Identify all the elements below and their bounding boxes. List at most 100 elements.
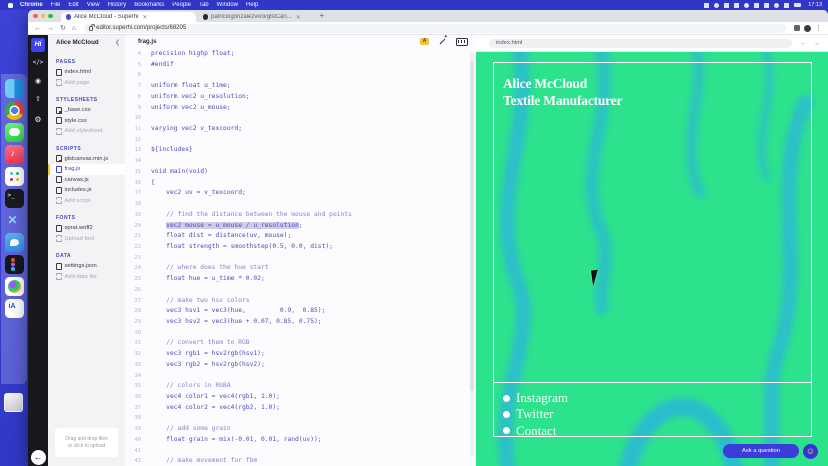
dock-terminal-icon[interactable] [5, 189, 24, 208]
wifi-icon[interactable] [774, 3, 779, 8]
scrollbar-thumb[interactable] [470, 61, 474, 391]
upload-font-button[interactable]: Upload font [48, 234, 125, 245]
tab-close-icon[interactable]: ✕ [296, 14, 301, 21]
dock-trash-icon[interactable] [4, 393, 23, 412]
menu-item-chrome[interactable]: Chrome [20, 2, 43, 8]
dock-tweetbot-icon[interactable] [5, 233, 24, 252]
back-to-dashboard-button[interactable]: ← [31, 450, 46, 465]
tab-github-glslcanvas[interactable]: patriciogonzalezvivo/glslCan... ✕ [198, 12, 316, 22]
magic-wand-icon[interactable] [438, 37, 447, 46]
code-line[interactable]: 23 [125, 253, 476, 264]
forward-icon[interactable]: → [47, 25, 54, 32]
dock-ia-writer-icon[interactable] [5, 299, 24, 318]
superhi-logo[interactable]: Hi [31, 38, 45, 52]
hint-badge-icon[interactable]: A [420, 38, 429, 45]
file-canvas.js[interactable]: canvas.js [48, 175, 125, 186]
code-line[interactable]: 21 float dist = distance(uv, mouse); [125, 231, 476, 242]
preview-forward-icon[interactable]: → [813, 40, 820, 47]
add-script-button[interactable]: Add script [48, 196, 125, 207]
battery-icon[interactable] [714, 3, 719, 8]
menu-item-window[interactable]: Window [217, 2, 238, 8]
add-stylesheet-button[interactable]: Add stylesheet [48, 126, 125, 137]
bluetooth-icon[interactable] [724, 3, 729, 8]
code-line[interactable]: 14 [125, 156, 476, 167]
dock-messages-icon[interactable] [5, 123, 24, 142]
camera-icon[interactable] [744, 3, 749, 8]
spotlight-icon[interactable] [794, 3, 801, 7]
back-icon[interactable]: ← [34, 25, 41, 32]
gear-icon[interactable]: ⚙ [28, 115, 48, 124]
extensions-icon[interactable] [794, 25, 800, 31]
moon-icon[interactable] [764, 3, 769, 8]
code-line[interactable]: 18 [125, 199, 476, 210]
browser-menu-icon[interactable]: ⋮ [815, 24, 822, 32]
code-line[interactable]: 8uniform vec2 u_resolution; [125, 92, 476, 103]
display-icon[interactable] [704, 3, 709, 8]
apple-icon[interactable] [8, 3, 13, 8]
code-line[interactable]: 13${includes} [125, 145, 476, 156]
link-twitter[interactable]: Twitter [503, 406, 568, 422]
code-line[interactable]: 20 vec2 mouse = u_mouse / u_resolution; [125, 221, 476, 232]
menu-item-view[interactable]: View [87, 2, 100, 8]
code-line[interactable]: 4precision highp float; [125, 49, 476, 60]
code-line[interactable]: 15void main(void) [125, 167, 476, 178]
code-line[interactable]: 10 [125, 113, 476, 124]
code-line[interactable]: 16{ [125, 178, 476, 189]
dock-stickers-icon[interactable] [5, 277, 24, 296]
close-window-button[interactable] [33, 14, 38, 19]
code-line[interactable]: 9uniform vec2 u_mouse; [125, 103, 476, 114]
tab-superhi-editor[interactable]: Alice McCloud - Superhi ✕ [61, 12, 196, 22]
file-frag.js[interactable]: frag.js [48, 164, 125, 175]
menu-item-help[interactable]: Help [246, 2, 258, 8]
file-glslcanvas.min.js[interactable]: glslcanvas.min.js [48, 154, 125, 165]
code-line[interactable]: 7uniform float u_time; [125, 81, 476, 92]
smiley-icon[interactable]: ☺ [803, 444, 818, 459]
dock-music-icon[interactable] [5, 145, 24, 164]
profile-avatar[interactable] [804, 25, 811, 32]
home-icon[interactable]: ⌂ [72, 25, 76, 32]
code-line[interactable]: 29 vec3 hsv2 = vec3(hue + 0.07, 0.85, 0.… [125, 317, 476, 328]
code-icon[interactable]: </> [28, 59, 48, 66]
code-area[interactable]: 4precision highp float;5#endif67uniform … [125, 49, 476, 466]
preview-url-input[interactable]: index.html [489, 39, 792, 48]
file-includes.js[interactable]: includes.js [48, 185, 125, 196]
code-line[interactable]: 25 float hue = u_time * 0.02; [125, 274, 476, 285]
minimize-window-button[interactable] [41, 14, 46, 19]
menu-bar-clock[interactable]: 17:13 [808, 2, 822, 8]
dock-chrome-icon[interactable] [5, 101, 24, 120]
dock-x-app-icon[interactable] [5, 211, 24, 230]
code-line[interactable]: 37 vec4 color2 = vec4(rgb2, 1.0); [125, 403, 476, 414]
control-center-icon[interactable] [784, 3, 789, 8]
code-line[interactable]: 41 [125, 446, 476, 457]
code-line[interactable]: 6 [125, 70, 476, 81]
ask-question-button[interactable]: Ask a question [723, 444, 799, 458]
link-instagram[interactable]: Instagram [503, 390, 568, 406]
menu-item-file[interactable]: File [51, 2, 61, 8]
code-line[interactable]: 5#endif [125, 60, 476, 71]
code-line[interactable]: 33 vec3 rgb2 = hsv2rgb(hsv2); [125, 360, 476, 371]
code-line[interactable]: 11varying vec2 v_texcoord; [125, 124, 476, 135]
code-line[interactable]: 36 vec4 color1 = vec4(rgb1, 1.0); [125, 392, 476, 403]
menu-item-tab[interactable]: Tab [199, 2, 209, 8]
link-contact[interactable]: Contact [503, 423, 568, 439]
tab-close-icon[interactable]: ✕ [142, 14, 147, 21]
file-_base.css[interactable]: _base.css [48, 105, 125, 116]
dock-slack-icon[interactable] [5, 167, 24, 186]
add-page-button[interactable]: Add page [48, 78, 125, 89]
menu-item-people[interactable]: People [172, 2, 191, 8]
code-line[interactable]: 28 vec3 hsv1 = vec3(hue, 0.9, 0.85); [125, 306, 476, 317]
phone-icon[interactable] [754, 3, 759, 8]
code-line[interactable]: 42 // make movement for fbm [125, 456, 476, 466]
code-line[interactable]: 31 // convert them to RGB [125, 338, 476, 349]
share-upload-icon[interactable]: ⇧ [28, 95, 48, 103]
zoom-window-button[interactable] [48, 14, 53, 19]
code-scrollbar[interactable] [470, 51, 474, 456]
code-line[interactable]: 38 [125, 413, 476, 424]
code-line[interactable]: 17 vec2 uv = v_texcoord; [125, 188, 476, 199]
keyboard-icon[interactable] [456, 38, 468, 46]
preview-eye-icon[interactable]: ◉ [28, 77, 48, 85]
menu-item-bookmarks[interactable]: Bookmarks [134, 2, 164, 8]
code-line[interactable]: 22 float strength = smoothstep(0.5, 0.0,… [125, 242, 476, 253]
code-line[interactable]: 35 // colors in RGBA [125, 381, 476, 392]
code-line[interactable]: 34 [125, 371, 476, 382]
